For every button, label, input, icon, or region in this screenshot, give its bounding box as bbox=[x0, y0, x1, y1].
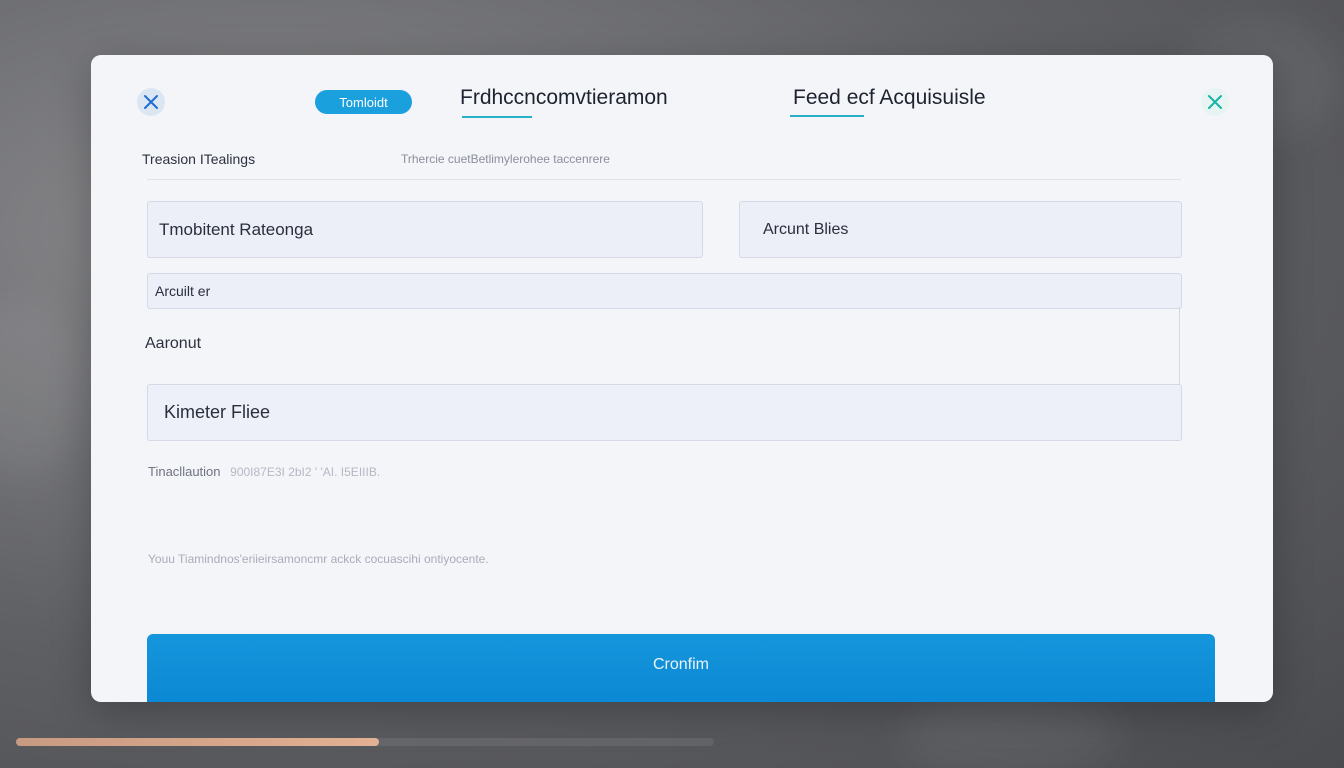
transaction-dialog: Tomloidt Frdhccncomvtieramon Feed ecf Ac… bbox=[91, 55, 1273, 702]
tab-underline bbox=[462, 116, 532, 118]
amount-field-value: Arcuilt er bbox=[155, 283, 211, 299]
section-subtitle: Trhercie cuetBetlimylerohee taccenrere bbox=[401, 152, 610, 166]
confirm-button-label: Cronfim bbox=[652, 656, 709, 673]
divider bbox=[1179, 307, 1180, 385]
amount-bills-field[interactable]: Arcunt Blies bbox=[739, 201, 1182, 258]
amount-label: Aaronut bbox=[145, 335, 202, 352]
transaction-meta-label: Tinacllaution bbox=[148, 464, 221, 479]
tab-pill-button[interactable]: Tomloidt bbox=[315, 90, 412, 114]
footer-note: Youu Tiamindnos'eriieirsamoncmr ackck co… bbox=[148, 552, 489, 566]
progress-bar-fill bbox=[16, 738, 379, 746]
section-heading: Treasion ITealings bbox=[142, 151, 256, 167]
progress-bar bbox=[16, 738, 714, 746]
amount-bills-field-value: Arcunt Blies bbox=[763, 220, 849, 238]
tab-second[interactable]: Feed ecf Acquisuisle bbox=[793, 86, 986, 110]
divider bbox=[147, 179, 1181, 180]
background-shape bbox=[0, 300, 80, 480]
transaction-meta: Tinacllaution 900I87E3I 2bI2 ' 'AI. I5EI… bbox=[148, 464, 380, 479]
tab-underline bbox=[790, 115, 864, 117]
recipient-field[interactable]: Tmobitent Rateonga bbox=[147, 201, 703, 258]
close-button-left[interactable] bbox=[137, 88, 165, 116]
amount-field[interactable]: Arcuilt er bbox=[147, 273, 1182, 309]
close-icon bbox=[144, 95, 158, 109]
member-file-field[interactable]: Kimeter Fliee bbox=[147, 384, 1182, 441]
tab-first[interactable]: Frdhccncomvtieramon bbox=[460, 86, 668, 110]
confirm-button[interactable]: Cronfim bbox=[147, 634, 1215, 702]
close-button-right[interactable] bbox=[1201, 88, 1229, 116]
close-icon bbox=[1208, 95, 1222, 109]
member-file-field-value: Kimeter Fliee bbox=[164, 402, 271, 422]
transaction-meta-value: 900I87E3I 2bI2 ' 'AI. I5EIIIB. bbox=[230, 465, 381, 479]
recipient-field-value: Tmobitent Rateonga bbox=[159, 219, 314, 239]
